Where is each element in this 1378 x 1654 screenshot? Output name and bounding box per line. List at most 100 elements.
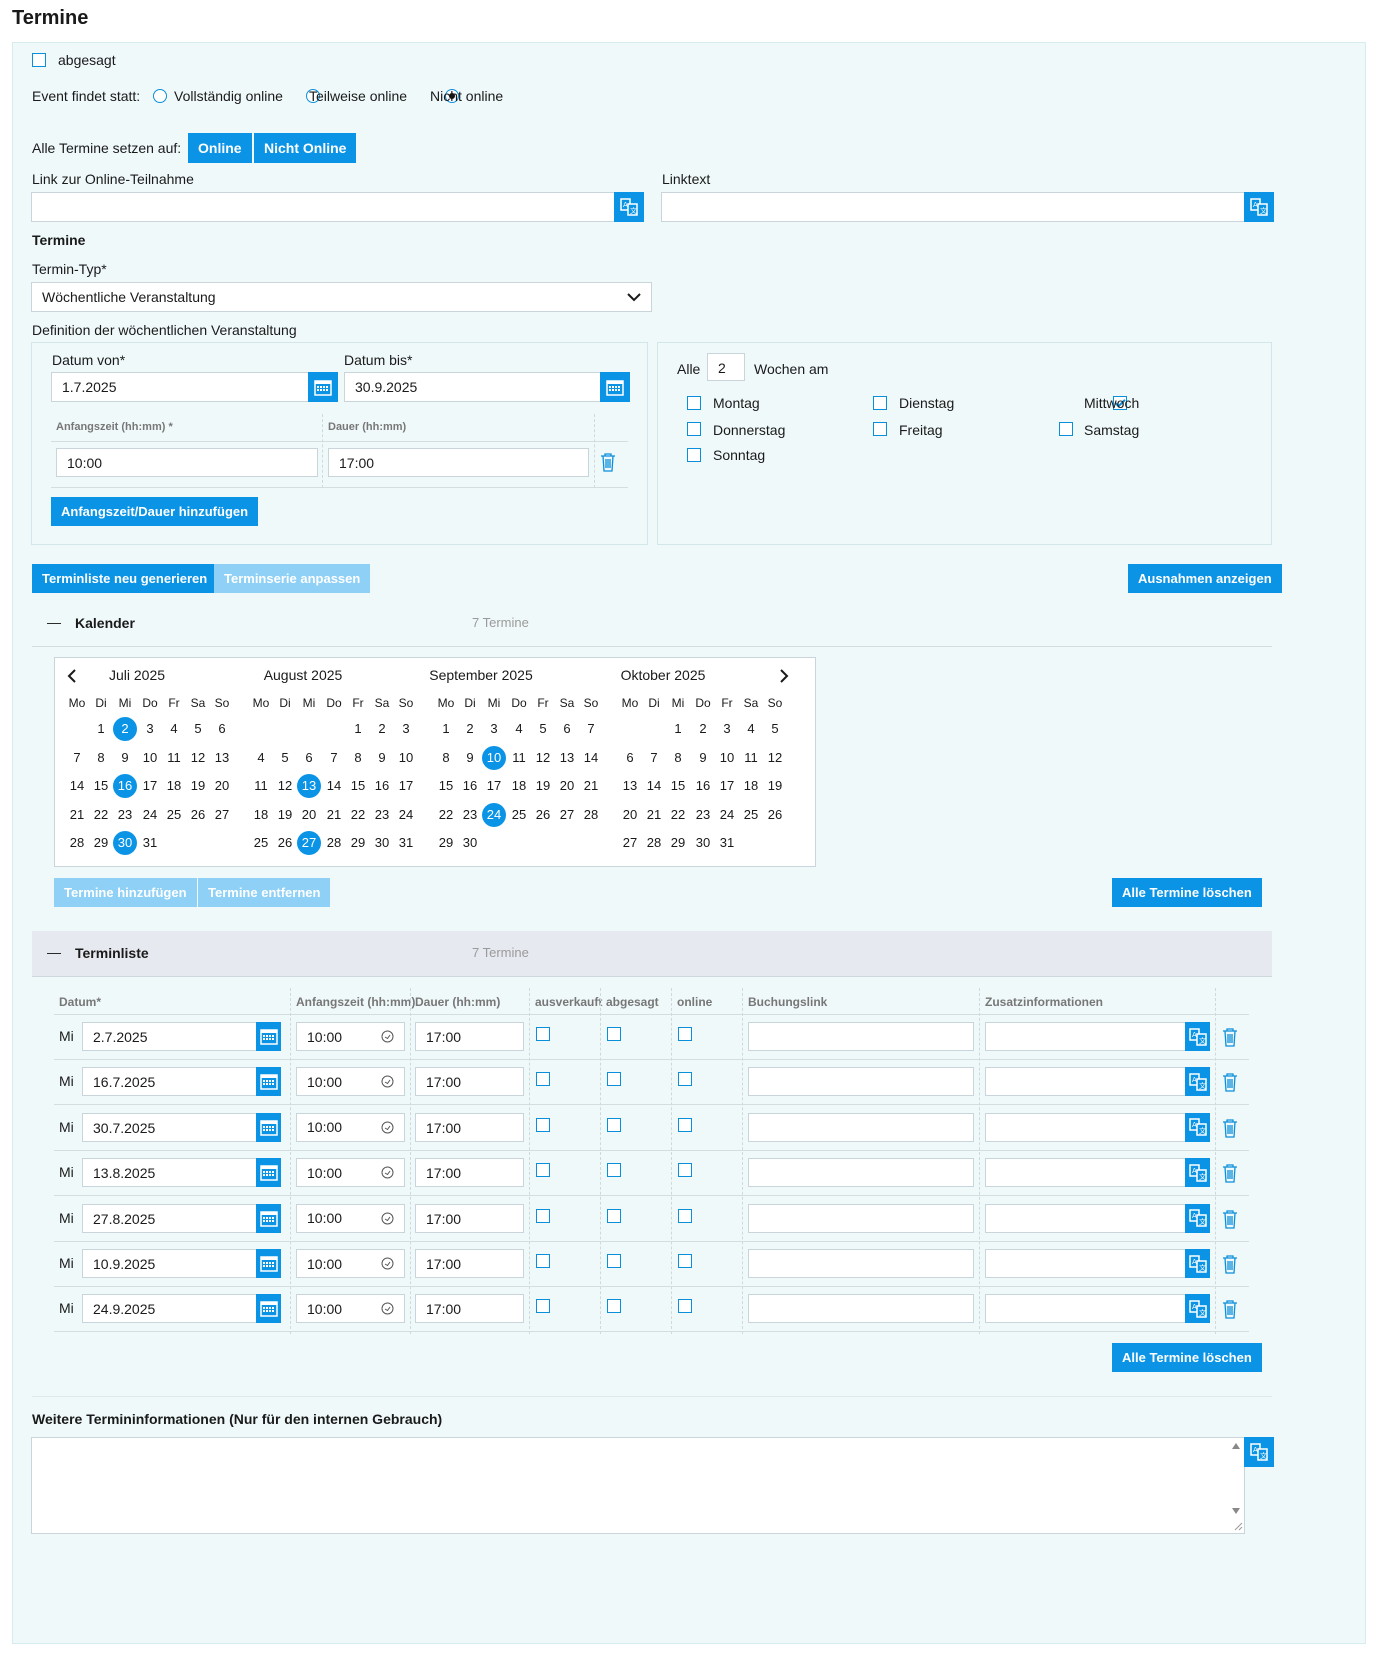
row-start-time-input[interactable]: 10:00 (296, 1067, 405, 1097)
calendar-day[interactable]: 15 (346, 774, 370, 798)
calendar-day[interactable]: 2 (113, 717, 137, 741)
calendar-day[interactable]: 26 (186, 803, 210, 827)
calendar-day[interactable]: 25 (249, 831, 273, 855)
row-start-time-input[interactable]: 10:00 (296, 1022, 405, 1051)
calendar-day[interactable]: 22 (666, 803, 690, 827)
calendar-day[interactable]: 9 (113, 746, 137, 770)
calendar-day[interactable]: 16 (691, 774, 715, 798)
row-start-time-input[interactable]: 10:00 (296, 1112, 405, 1142)
calendar-day[interactable]: 19 (186, 774, 210, 798)
start-time-input[interactable]: 10:00 (56, 448, 318, 477)
add-dates-button[interactable]: Termine hinzufügen (54, 878, 197, 907)
calendar-day[interactable]: 16 (113, 774, 137, 798)
calendar-day[interactable]: 5 (531, 717, 555, 741)
row-booking-link-input[interactable] (748, 1022, 974, 1051)
trash-icon[interactable] (1222, 1255, 1238, 1274)
calendar-day[interactable]: 23 (458, 803, 482, 827)
calendar-day[interactable]: 8 (434, 746, 458, 770)
row-additional-info-translate-button[interactable]: A文 (1185, 1022, 1210, 1051)
row-soldout-checkbox[interactable] (536, 1163, 550, 1178)
calendar-day[interactable]: 16 (458, 774, 482, 798)
radio-fully-online[interactable] (153, 89, 167, 103)
calendar-day[interactable]: 8 (89, 746, 113, 770)
row-soldout-checkbox[interactable] (536, 1117, 550, 1132)
row-additional-info-input[interactable] (985, 1203, 1186, 1233)
calendar-day[interactable]: 17 (138, 774, 162, 798)
row-start-time-input[interactable]: 10:00 (296, 1158, 405, 1188)
calendar-day[interactable]: 4 (162, 717, 186, 741)
online-link-translate-button[interactable]: A文 (614, 192, 644, 222)
calendar-day[interactable]: 6 (555, 717, 579, 741)
row-online-checkbox[interactable] (678, 1254, 692, 1268)
calendar-day[interactable]: 24 (715, 803, 739, 827)
list-collapse-toggle[interactable]: — (47, 944, 61, 960)
row-booking-link-input[interactable] (748, 1203, 974, 1233)
row-booking-link-input[interactable] (748, 1158, 974, 1188)
calendar-day[interactable]: 2 (458, 717, 482, 741)
calendar-day[interactable]: 15 (89, 774, 113, 798)
row-online-checkbox[interactable] (678, 1163, 692, 1178)
calendar-day[interactable]: 19 (763, 774, 787, 798)
calendar-day[interactable]: 19 (273, 803, 297, 827)
calendar-day[interactable]: 10 (138, 746, 162, 770)
calendar-day[interactable]: 13 (555, 746, 579, 770)
calendar-day[interactable]: 7 (642, 746, 666, 770)
calendar-day[interactable]: 30 (370, 831, 394, 855)
calendar-day[interactable]: 20 (297, 803, 321, 827)
row-additional-info-input[interactable] (985, 1294, 1186, 1324)
calendar-day[interactable]: 24 (482, 802, 506, 827)
calendar-section-title[interactable]: Kalender (75, 615, 135, 631)
calendar-day[interactable]: 6 (618, 746, 642, 770)
row-duration-input[interactable]: 17:00 (415, 1294, 524, 1324)
chevron-right-icon[interactable] (779, 669, 789, 683)
row-online-checkbox[interactable] (678, 1117, 692, 1132)
calendar-day[interactable]: 21 (322, 803, 346, 827)
calendar-day[interactable]: 12 (273, 774, 297, 798)
row-date-calendar-button[interactable] (256, 1022, 281, 1051)
trash-icon[interactable] (1222, 1164, 1238, 1183)
trash-icon[interactable] (1222, 1028, 1238, 1047)
row-soldout-checkbox[interactable] (536, 1299, 550, 1314)
online-link-input[interactable] (31, 192, 615, 222)
row-start-time-input[interactable]: 10:00 (296, 1203, 405, 1233)
set-all-online-button[interactable]: Online (188, 133, 252, 163)
calendar-day[interactable]: 4 (739, 717, 763, 741)
calendar-day[interactable]: 26 (763, 803, 787, 827)
scroll-up-icon[interactable] (1231, 1442, 1241, 1450)
row-additional-info-translate-button[interactable]: A文 (1185, 1249, 1210, 1278)
row-soldout-checkbox[interactable] (536, 1208, 550, 1223)
calendar-day[interactable]: 29 (434, 831, 458, 855)
calendar-day[interactable]: 10 (715, 746, 739, 770)
row-additional-info-input[interactable] (985, 1249, 1186, 1278)
calendar-day[interactable]: 2 (691, 717, 715, 741)
link-text-translate-button[interactable]: A文 (1244, 192, 1274, 222)
calendar-day[interactable]: 25 (507, 803, 531, 827)
calendar-day[interactable]: 30 (691, 831, 715, 855)
calendar-day[interactable]: 11 (507, 746, 531, 770)
calendar-day[interactable]: 8 (666, 746, 690, 770)
calendar-day[interactable]: 16 (370, 774, 394, 798)
row-date-calendar-button[interactable] (256, 1067, 281, 1097)
row-delete-button[interactable] (1222, 1209, 1238, 1232)
row-date-input[interactable]: 13.8.2025 (82, 1158, 257, 1188)
trash-icon[interactable] (600, 453, 616, 472)
calendar-day[interactable]: 22 (434, 803, 458, 827)
row-date-input[interactable]: 27.8.2025 (82, 1203, 257, 1233)
calendar-day[interactable]: 18 (507, 774, 531, 798)
row-duration-input[interactable]: 17:00 (415, 1067, 524, 1097)
calendar-day[interactable]: 1 (346, 717, 370, 741)
row-delete-button[interactable] (1222, 1255, 1238, 1277)
row-date-calendar-button[interactable] (256, 1203, 281, 1233)
delete-all-dates-button[interactable]: Alle Termine löschen (1112, 878, 1262, 907)
calendar-day[interactable]: 14 (579, 746, 603, 770)
row-additional-info-translate-button[interactable]: A文 (1185, 1203, 1210, 1233)
row-date-input[interactable]: 24.9.2025 (82, 1294, 257, 1324)
trash-icon[interactable] (1222, 1209, 1238, 1229)
calendar-day[interactable]: 29 (666, 831, 690, 855)
calendar-day[interactable]: 9 (691, 746, 715, 770)
row-date-input[interactable]: 10.9.2025 (82, 1249, 257, 1278)
day-tuesday-checkbox[interactable] (873, 396, 887, 410)
calendar-day[interactable]: 7 (322, 746, 346, 770)
calendar-day[interactable]: 6 (210, 717, 234, 741)
calendar-day[interactable]: 31 (394, 831, 418, 855)
